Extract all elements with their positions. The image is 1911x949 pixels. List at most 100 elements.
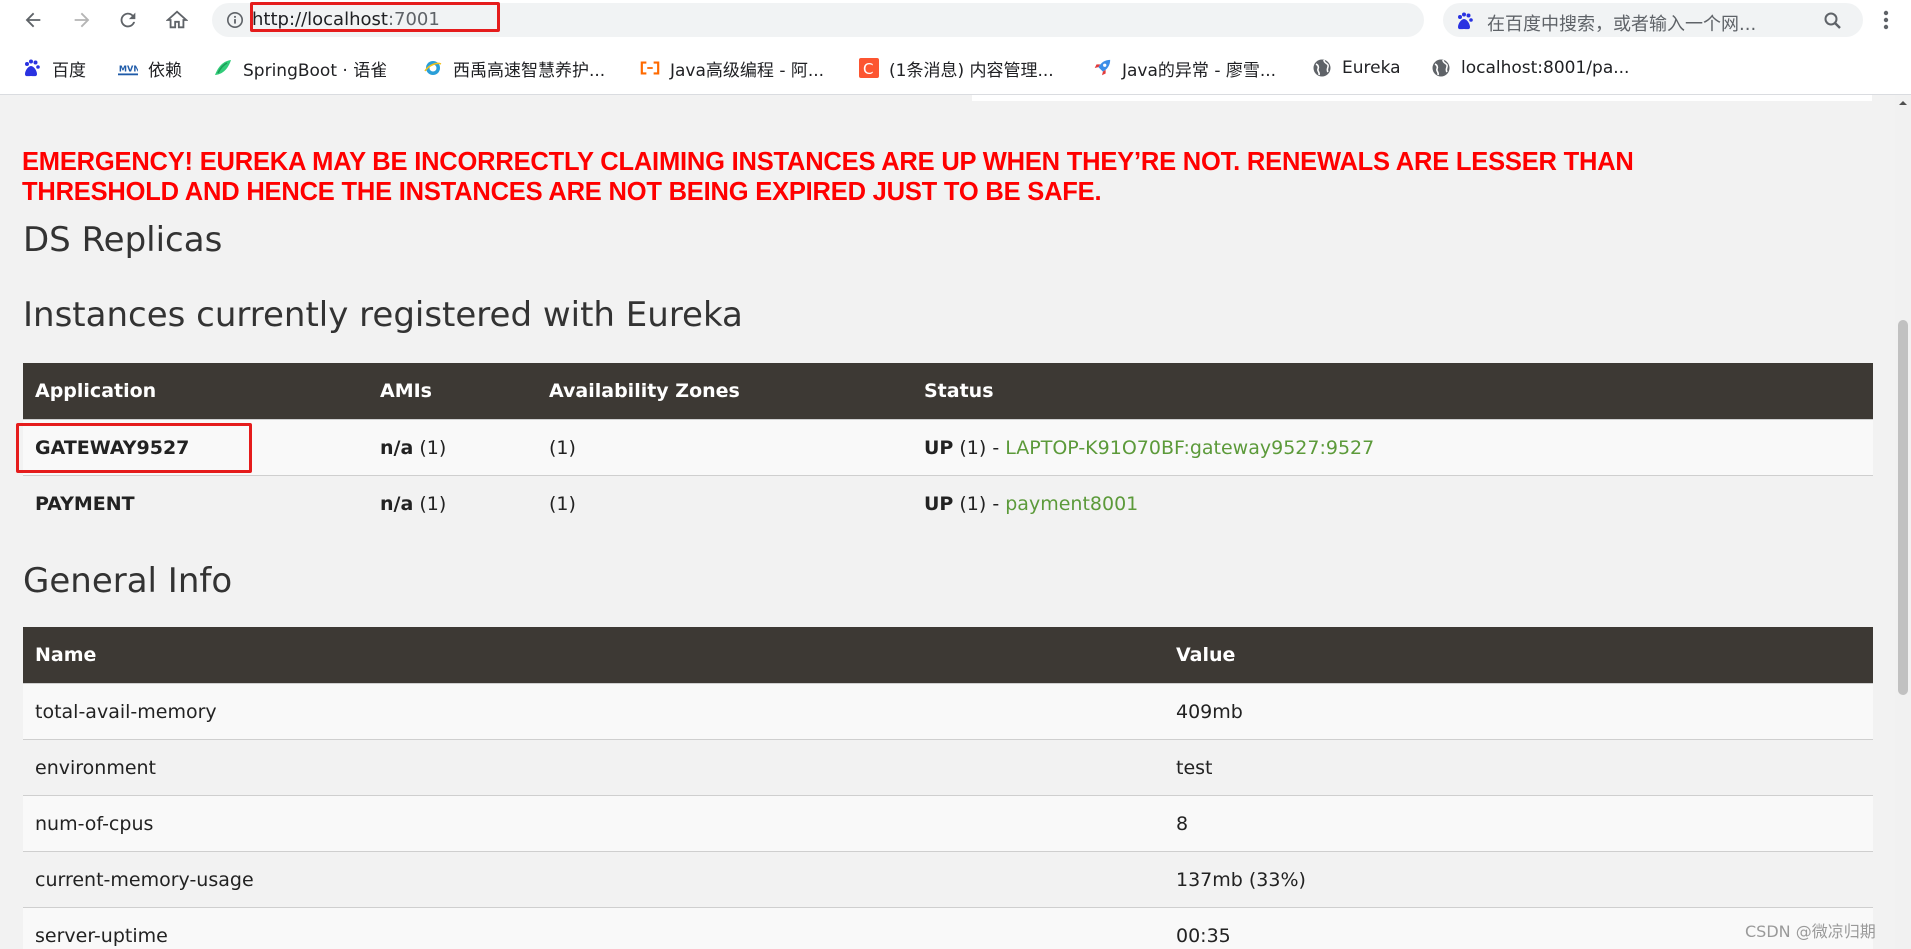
- bookmark-label: SpringBoot · 语雀: [243, 60, 388, 81]
- back-arrow-icon: [25, 12, 41, 28]
- header-remnant: [972, 95, 1872, 101]
- ami-value: n/a: [380, 492, 414, 515]
- csdn-watermark: CSDN @微凉归期: [1745, 922, 1876, 941]
- info-name: environment: [23, 739, 1164, 796]
- bookmark-label: 依赖: [148, 60, 182, 81]
- bookmark-java-exception[interactable]: Java的异常 - 廖雪...: [1092, 52, 1276, 84]
- mvn-icon: MVN: [118, 58, 138, 78]
- status-count: (1) -: [953, 492, 1006, 515]
- bookmark-springboot[interactable]: SpringBoot · 语雀: [213, 52, 387, 84]
- bookmark-label: Java高级编程 - 阿...: [670, 60, 825, 81]
- table-row: environment test: [23, 739, 1873, 796]
- baidu-paw-icon: [22, 58, 42, 78]
- reload-icon: [120, 12, 136, 28]
- page-viewport: EMERGENCY! EUREKA MAY BE INCORRECTLY CLA…: [0, 95, 1895, 949]
- table-row: total-avail-memory 409mb: [23, 683, 1873, 740]
- header-status: Status: [912, 363, 1873, 420]
- emergency-line-2: THRESHOLD AND HENCE THE INSTANCES ARE NO…: [22, 178, 1102, 206]
- amis-cell: n/a (1): [368, 475, 537, 531]
- svg-text:C: C: [863, 60, 873, 78]
- bookmark-localhost-8001[interactable]: localhost:8001/pa...: [1431, 52, 1629, 84]
- info-name: num-of-cpus: [23, 795, 1164, 852]
- header-name: Name: [23, 627, 1164, 684]
- status-count: (1) -: [953, 436, 1006, 459]
- info-value: 137mb (33%): [1164, 851, 1873, 908]
- amis-cell: n/a (1): [368, 419, 537, 476]
- home-icon: [166, 10, 188, 29]
- bookmark-xiyu[interactable]: 西禹高速智慧养护...: [423, 52, 605, 84]
- info-value: test: [1164, 739, 1873, 796]
- instance-link[interactable]: payment8001: [1005, 493, 1138, 515]
- ami-value: n/a: [380, 436, 414, 459]
- info-name: current-memory-usage: [23, 851, 1164, 908]
- zones-cell: (1): [537, 475, 912, 531]
- ds-replicas-heading: DS Replicas: [23, 220, 223, 260]
- bookmark-csdn[interactable]: C (1条消息) 内容管理...: [859, 52, 1054, 84]
- globe-icon: [1312, 58, 1332, 78]
- reload-button[interactable]: [112, 4, 144, 36]
- bookmark-label: 西禹高速智慧养护...: [453, 60, 606, 81]
- search-icon[interactable]: [1823, 11, 1843, 31]
- ami-count: (1): [413, 436, 447, 459]
- bookmark-java-advanced[interactable]: Java高级编程 - 阿...: [640, 52, 824, 84]
- search-box[interactable]: 在百度中搜索，或者输入一个网...: [1443, 3, 1863, 37]
- table-row: num-of-cpus 8: [23, 795, 1873, 852]
- bookmark-label: Eureka: [1342, 58, 1401, 78]
- forward-arrow-icon: [74, 12, 90, 28]
- general-info-table: Name Value total-avail-memory 409mb envir…: [23, 627, 1873, 949]
- bookmark-label: localhost:8001/pa...: [1461, 58, 1630, 78]
- instance-link[interactable]: LAPTOP-K91O70BF:gateway9527:9527: [1005, 437, 1374, 459]
- table-row: server-uptime 00:35: [23, 907, 1873, 949]
- table-row: current-memory-usage 137mb (33%): [23, 851, 1873, 908]
- emergency-line-1: EMERGENCY! EUREKA MAY BE INCORRECTLY CLA…: [22, 148, 1634, 176]
- header-value: Value: [1164, 627, 1873, 684]
- bookmark-label: 百度: [52, 60, 86, 81]
- ie-globe-icon: [423, 58, 443, 78]
- status-up: UP: [924, 492, 954, 515]
- yuque-bird-icon: [213, 58, 233, 78]
- info-value: 409mb: [1164, 683, 1873, 740]
- scrollbar-thumb[interactable]: [1898, 320, 1908, 695]
- instances-table: Application AMIs Availability Zones Stat…: [23, 363, 1873, 531]
- back-button[interactable]: [17, 4, 49, 36]
- table-row: GATEWAY9527 n/a (1) (1) UP (1) - LAPTOP-…: [23, 419, 1873, 476]
- home-button[interactable]: [161, 4, 193, 36]
- instances-heading: Instances currently registered with Eure…: [23, 295, 743, 335]
- header-availability-zones: Availability Zones: [537, 363, 912, 420]
- rocket-icon: [1092, 58, 1112, 78]
- info-value: 8: [1164, 795, 1873, 852]
- browser-toolbar: http://localhost:7001 在百度中搜索，或者输入一个网...: [0, 0, 1911, 40]
- instances-header-row: Application AMIs Availability Zones Stat…: [23, 363, 1873, 420]
- aliyun-bracket-icon: [640, 58, 660, 78]
- forward-button[interactable]: [66, 4, 98, 36]
- svg-text:MVN: MVN: [119, 64, 138, 74]
- info-name: total-avail-memory: [23, 683, 1164, 740]
- ami-count: (1): [413, 492, 447, 515]
- bookmark-mvn[interactable]: MVN 依赖: [118, 52, 182, 84]
- scroll-up-arrow-icon[interactable]: [1899, 99, 1907, 107]
- vertical-scrollbar[interactable]: [1895, 95, 1911, 949]
- general-info-heading: General Info: [23, 561, 233, 601]
- zones-cell: (1): [537, 419, 912, 476]
- info-name: server-uptime: [23, 907, 1164, 949]
- status-cell: UP (1) - payment8001: [912, 475, 1873, 531]
- search-placeholder: 在百度中搜索，或者输入一个网...: [1487, 14, 1757, 35]
- bookmark-baidu[interactable]: 百度: [22, 52, 86, 84]
- menu-kebab-icon[interactable]: [1876, 6, 1896, 34]
- bookmarks-bar: 百度 MVN 依赖 SpringBoot · 语雀 西禹高速智慧养护... Ja…: [0, 52, 1911, 84]
- globe-icon: [1431, 58, 1451, 78]
- general-header-row: Name Value: [23, 627, 1873, 684]
- baidu-paw-icon: [1458, 12, 1473, 30]
- application-name: PAYMENT: [23, 475, 368, 531]
- status-up: UP: [924, 436, 954, 459]
- info-icon[interactable]: [226, 11, 244, 29]
- header-application: Application: [23, 363, 368, 420]
- bookmark-label: (1条消息) 内容管理...: [889, 60, 1054, 81]
- bookmark-eureka[interactable]: Eureka: [1312, 52, 1401, 84]
- table-row: PAYMENT n/a (1) (1) UP (1) - payment8001: [23, 475, 1873, 531]
- url-highlight-box: [250, 2, 500, 32]
- bookmark-label: Java的异常 - 廖雪...: [1122, 60, 1277, 81]
- status-cell: UP (1) - LAPTOP-K91O70BF:gateway9527:952…: [912, 419, 1873, 476]
- csdn-c-icon: C: [859, 58, 879, 78]
- emergency-warning: EMERGENCY! EUREKA MAY BE INCORRECTLY CLA…: [22, 147, 1862, 207]
